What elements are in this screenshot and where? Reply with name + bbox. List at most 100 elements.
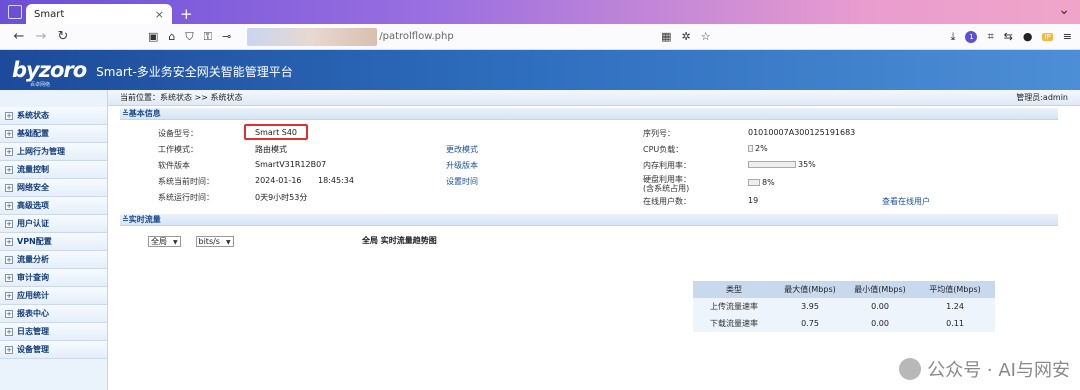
shield-icon[interactable]: ⛉ — [185, 30, 193, 44]
col-min: 最小值(Mbps) — [845, 281, 915, 298]
reader-icon[interactable]: ▣ — [148, 30, 158, 43]
chart-title: 全局 实时流量趋势图 — [362, 236, 437, 245]
download-icon[interactable]: ⤓ — [951, 30, 956, 44]
sidebar-item-vpn[interactable]: + VPN配置 — [0, 233, 107, 251]
online-value: 19 — [748, 196, 759, 205]
logo-subtitle: 百卓网络 — [30, 82, 51, 88]
sidebar-item-traffic-control[interactable]: + 流量控制 — [0, 161, 107, 179]
sidebar-item-user-auth[interactable]: + 用户认证 — [0, 215, 107, 233]
mem-label: 内存利用率： — [643, 161, 691, 170]
ip-icon[interactable]: IP — [1042, 32, 1053, 41]
sidebar-item-advanced[interactable]: + 高级选项 — [0, 197, 107, 215]
software-value: SmartV31R12B07 — [255, 160, 327, 169]
sidebar-item-basic-config[interactable]: + 基础配置 — [0, 125, 107, 143]
lock-icon[interactable]: ⚿ — [204, 30, 212, 44]
account-icon[interactable]: 1 — [965, 30, 978, 43]
work-mode-value: 路由模式 — [255, 145, 287, 154]
breadcrumb: 当前位置：系统状态 >> 系统状态 管理员:admin — [108, 90, 1080, 106]
window-menu-icon[interactable]: ⌄ — [1058, 2, 1070, 18]
expand-icon: + — [5, 165, 13, 174]
uptime-value: 0天9小时53分 — [255, 193, 308, 202]
sidebar-item-behavior[interactable]: + 上网行为管理 — [0, 143, 107, 161]
tab-overview-icon[interactable] — [8, 5, 22, 19]
browser-tab[interactable]: Smart × — [26, 4, 172, 24]
extension-icon[interactable]: ✲ — [681, 30, 690, 43]
cpu-label: CPU负载： — [643, 145, 684, 154]
uptime-label: 系统运行时间： — [158, 193, 214, 202]
forward-icon[interactable]: → — [30, 29, 52, 44]
breadcrumb-label: 当前位置： — [120, 93, 160, 102]
upgrade-link[interactable]: 升级版本 — [446, 160, 478, 171]
col-avg: 平均值(Mbps) — [915, 281, 995, 298]
crop-icon[interactable]: ⌗ — [987, 30, 993, 44]
chevron-down-icon: ▼ — [225, 239, 231, 246]
wechat-icon — [899, 358, 922, 380]
new-tab-button[interactable]: + — [180, 4, 193, 24]
disk-value: 8% — [762, 178, 775, 187]
serial-label: 序列号： — [643, 129, 675, 138]
disk-sublabel: (含系统占用) — [643, 184, 690, 193]
tab-title: Smart — [34, 8, 65, 20]
sys-time-label: 系统当前时间： — [158, 177, 214, 186]
expand-icon: + — [5, 201, 13, 210]
section-basic-info[interactable]: ≚基本信息 — [120, 108, 1058, 120]
sidebar-item-app-stats[interactable]: + 应用统计 — [0, 287, 107, 305]
cookie-icon[interactable]: ● — [1023, 30, 1033, 43]
collapse-icon: ≚ — [122, 109, 129, 118]
url-path: /patrolflow.php — [379, 31, 454, 42]
disk-meter: 8% — [748, 178, 775, 187]
watermark: 公众号 · AI与网安 — [899, 356, 1070, 382]
sidebar-item-audit[interactable]: + 审计查询 — [0, 269, 107, 287]
device-model-label: 设备型号： — [158, 129, 198, 138]
expand-icon: + — [5, 219, 13, 228]
back-icon[interactable]: ← — [8, 29, 30, 44]
close-tab-icon[interactable]: × — [155, 8, 164, 21]
mem-meter: 35% — [748, 160, 816, 169]
expand-icon: + — [5, 237, 13, 246]
breadcrumb-path: 系统状态 >> 系统状态 — [160, 93, 243, 102]
browser-nav-bar: ← → ↻ ▣ ⌂ ⛉ ⚿ ⊸ /patrolflow.php ▦ ✲ ☆ ⤓ … — [0, 24, 1080, 50]
address-bar[interactable]: ▣ ⌂ ⛉ ⚿ ⊸ /patrolflow.php — [148, 27, 661, 46]
main-content: 当前位置：系统状态 >> 系统状态 管理员:admin ≚基本信息 设备型号： … — [108, 90, 1080, 390]
work-mode-label: 工作模式： — [158, 145, 198, 154]
sidebar-item-device[interactable]: + 设备管理 — [0, 341, 107, 359]
col-max: 最大值(Mbps) — [775, 281, 845, 298]
set-time-link[interactable]: 设置时间 — [446, 176, 478, 187]
mem-value: 35% — [798, 160, 816, 169]
qr-icon[interactable]: ▦ — [661, 30, 671, 43]
sys-date-value: 2024-01-16 — [255, 176, 302, 185]
online-label: 在线用户数： — [643, 197, 691, 206]
sidebar-item-system-status[interactable]: + 系统状态 — [0, 107, 107, 125]
software-label: 软件版本 — [158, 161, 190, 170]
online-users-link[interactable]: 查看在线用户 — [882, 196, 930, 207]
expand-icon: + — [5, 183, 13, 192]
sidebar-item-reports[interactable]: + 报表中心 — [0, 305, 107, 323]
app-title: Smart-多业务安全网关智能管理平台 — [96, 64, 293, 79]
cpu-bar — [748, 145, 753, 152]
section-realtime[interactable]: ≚实时流量 — [120, 214, 1058, 226]
sys-clock-value: 18:45:34 — [318, 176, 354, 185]
reload-icon[interactable]: ↻ — [52, 29, 74, 44]
key-icon[interactable]: ⊸ — [222, 30, 231, 43]
translate-icon[interactable]: ⇆ — [1004, 30, 1013, 43]
expand-icon: + — [5, 291, 13, 300]
table-header-row: 类型 最大值(Mbps) 最小值(Mbps) 平均值(Mbps) — [693, 281, 995, 298]
sidebar: + 系统状态 + 基础配置 + 上网行为管理 + 流量控制 + 网络安全 + 高级选项 + 用… — [0, 90, 108, 390]
col-type: 类型 — [693, 281, 775, 298]
expand-icon: + — [5, 129, 13, 138]
unit-select[interactable]: bits/s ▼ — [195, 236, 234, 247]
expand-icon: + — [5, 273, 13, 282]
browser-tab-bar: Smart × + ⌄ — [0, 0, 1080, 24]
sidebar-item-logs[interactable]: + 日志管理 — [0, 323, 107, 341]
home-icon[interactable]: ⌂ — [168, 30, 175, 43]
sidebar-item-network-security[interactable]: + 网络安全 — [0, 179, 107, 197]
table-row: 上传流量速率 3.95 0.00 1.24 — [693, 298, 995, 315]
cpu-meter: 2% — [748, 144, 768, 153]
scope-select[interactable]: 全局 ▼ — [148, 236, 181, 247]
sidebar-item-traffic-analysis[interactable]: + 流量分析 — [0, 251, 107, 269]
expand-icon: + — [5, 309, 13, 318]
change-mode-link[interactable]: 更改模式 — [446, 144, 478, 155]
device-model-value: Smart S40 — [255, 128, 297, 137]
menu-icon[interactable]: ≡ — [1063, 30, 1072, 43]
bookmark-star-icon[interactable]: ☆ — [701, 30, 711, 43]
